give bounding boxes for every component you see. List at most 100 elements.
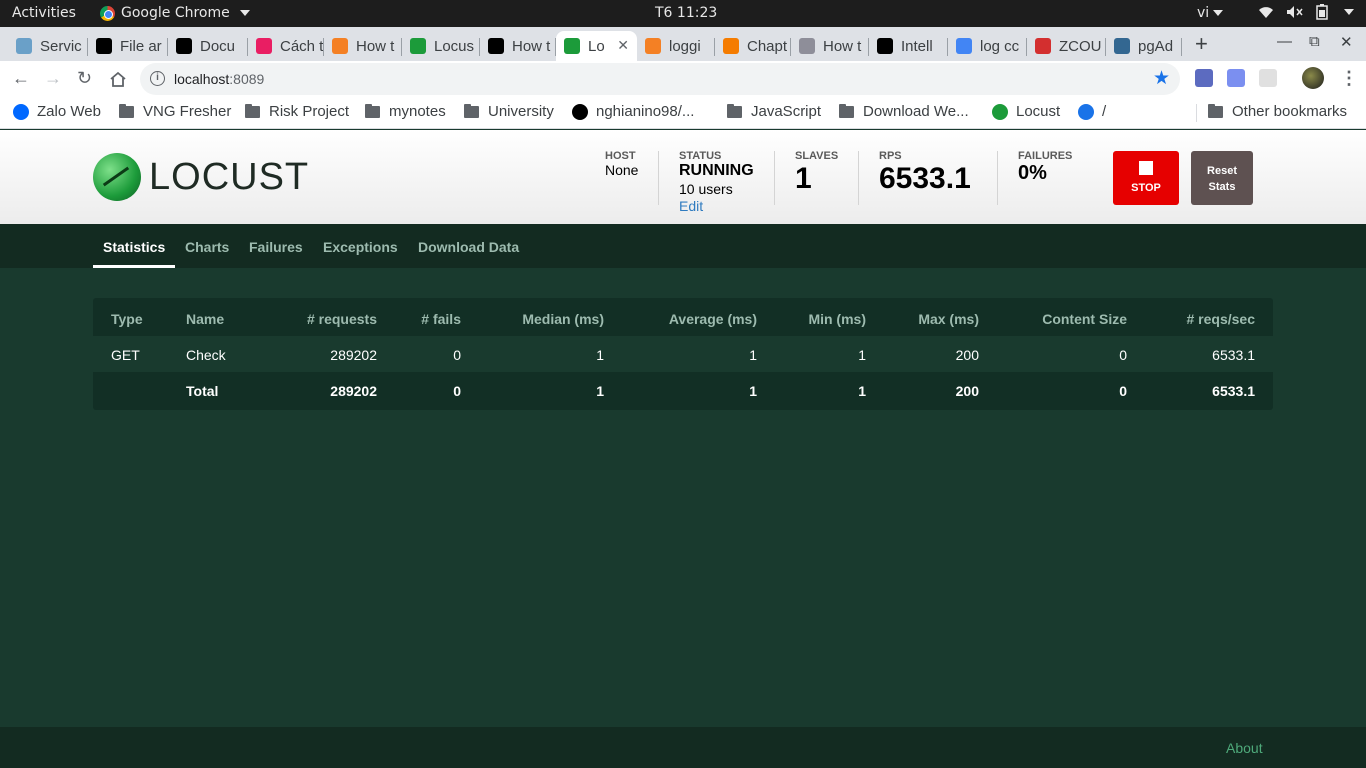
- close-window-button[interactable]: ✕: [1340, 33, 1353, 51]
- tab-title: How t: [823, 37, 862, 55]
- table-cell[interactable]: Average (ms): [669, 311, 757, 327]
- bookmark-label: University: [488, 103, 554, 120]
- bookmark-item[interactable]: VNG Fresher: [119, 103, 231, 120]
- bookmark-item[interactable]: Zalo Web: [13, 103, 101, 120]
- bookmark-item[interactable]: mynotes: [365, 103, 446, 120]
- table-cell: 289202: [330, 347, 377, 363]
- info-icon[interactable]: i: [150, 71, 165, 86]
- app-menu[interactable]: Google Chrome: [100, 5, 250, 21]
- browser-tab[interactable]: How t: [480, 31, 556, 61]
- tab-title: pgAd: [1138, 37, 1174, 55]
- clock[interactable]: T6 11:23: [655, 5, 717, 21]
- about-link[interactable]: About: [1226, 740, 1263, 756]
- divider: [997, 151, 998, 205]
- wifi-icon: [1259, 7, 1273, 18]
- table-cell: 6533.1: [1212, 383, 1255, 399]
- chapter-favicon-icon: [723, 38, 739, 54]
- restore-button[interactable]: ⧉: [1309, 33, 1320, 50]
- edit-link[interactable]: Edit: [679, 198, 754, 214]
- browser-tab[interactable]: Chapt: [715, 31, 791, 61]
- tab-statistics[interactable]: Statistics: [92, 239, 176, 268]
- bookmark-label: Download We...: [863, 103, 969, 120]
- table-cell: 0: [453, 347, 461, 363]
- browser-tab[interactable]: Lo ✕: [556, 31, 637, 61]
- forward-arrow-icon[interactable]: →: [44, 68, 62, 89]
- url-host: localhost: [174, 71, 230, 87]
- profile-avatar[interactable]: [1302, 67, 1324, 89]
- browser-tab[interactable]: How t: [791, 31, 869, 61]
- browser-tab[interactable]: ZCOU: [1027, 31, 1106, 61]
- table-cell[interactable]: Type: [111, 311, 143, 327]
- minimize-button[interactable]: —: [1277, 33, 1292, 50]
- extension-translate-icon[interactable]: [1195, 69, 1213, 87]
- language-indicator[interactable]: vi: [1197, 5, 1224, 21]
- stop-button[interactable]: STOP: [1113, 151, 1179, 205]
- bookmark-item[interactable]: Download We...: [839, 103, 969, 120]
- browser-tab[interactable]: log cc: [948, 31, 1027, 61]
- browser-tab[interactable]: Cách t: [248, 31, 324, 61]
- close-tab-icon[interactable]: ✕: [617, 37, 629, 54]
- redis-favicon-icon: [1035, 38, 1051, 54]
- browser-tab[interactable]: Intell: [869, 31, 948, 61]
- table-cell[interactable]: Max (ms): [918, 311, 979, 327]
- browser-tab[interactable]: Locus: [402, 31, 480, 61]
- browser-tab[interactable]: Servic: [8, 31, 88, 61]
- bookmark-item[interactable]: University: [464, 103, 554, 120]
- extension-tree-icon[interactable]: [1259, 69, 1277, 87]
- back-arrow-icon[interactable]: ←: [12, 68, 30, 89]
- tab-download-data[interactable]: Download Data: [418, 239, 519, 255]
- tab-failures[interactable]: Failures: [249, 239, 303, 255]
- bookmark-star-icon[interactable]: ★: [1153, 67, 1170, 90]
- table-cell: 200: [955, 383, 979, 399]
- table-cell: 200: [955, 347, 979, 363]
- table-cell[interactable]: Median (ms): [522, 311, 604, 327]
- battery-icon: [1316, 4, 1328, 20]
- table-cell[interactable]: # requests: [307, 311, 377, 327]
- github-favicon-icon: [488, 38, 504, 54]
- tab-title: loggi: [669, 37, 701, 55]
- address-bar[interactable]: i localhost:8089 ★: [140, 63, 1180, 95]
- browser-tab[interactable]: File ar: [88, 31, 168, 61]
- table-cell[interactable]: Name: [186, 311, 224, 327]
- google-translate-icon[interactable]: [1227, 69, 1245, 87]
- tab-title: Locus: [434, 37, 475, 55]
- host-box: HOST None: [605, 150, 638, 178]
- jetbrains-favicon-icon: [96, 38, 112, 54]
- bookmark-item[interactable]: Risk Project: [245, 103, 349, 120]
- bookmark-item[interactable]: Other bookmarks: [1208, 103, 1347, 120]
- activities-button[interactable]: Activities: [12, 5, 76, 21]
- site-favicon-icon: [1078, 103, 1094, 120]
- table-cell: 0: [453, 383, 461, 399]
- folder-icon: [1208, 103, 1223, 118]
- system-menu[interactable]: [1258, 4, 1354, 20]
- bookmark-item[interactable]: nghianino98/...: [572, 103, 694, 120]
- url-text[interactable]: localhost:8089: [174, 71, 264, 87]
- bookmark-item[interactable]: Locust: [992, 103, 1060, 120]
- table-cell[interactable]: # reqs/sec: [1187, 311, 1256, 327]
- bookmark-item[interactable]: JavaScript: [727, 103, 821, 120]
- reset-stats-button[interactable]: Reset Stats: [1191, 151, 1253, 205]
- url-port: :8089: [229, 71, 265, 87]
- browser-tab[interactable]: loggi: [637, 31, 715, 61]
- stop-icon: [1139, 161, 1153, 175]
- table-cell[interactable]: # fails: [421, 311, 461, 327]
- tab-charts[interactable]: Charts: [185, 239, 229, 255]
- reload-icon[interactable]: ↻: [77, 68, 92, 89]
- bookmark-item[interactable]: /: [1078, 103, 1106, 120]
- tab-title: Docu: [200, 37, 236, 55]
- home-icon[interactable]: [109, 71, 127, 88]
- kebab-menu-icon[interactable]: ⋮: [1340, 68, 1358, 89]
- browser-tab[interactable]: pgAd: [1106, 31, 1182, 61]
- locust-favicon-icon: [564, 38, 580, 54]
- site-favicon-icon: [572, 103, 588, 120]
- table-cell[interactable]: Min (ms): [808, 311, 866, 327]
- table-cell: 0: [1119, 347, 1127, 363]
- table-cell[interactable]: Content Size: [1042, 311, 1127, 327]
- new-tab-button[interactable]: +: [1195, 31, 1208, 57]
- browser-tab[interactable]: How t: [324, 31, 402, 61]
- browser-tab[interactable]: Docu: [168, 31, 248, 61]
- chrome-icon: [100, 5, 115, 21]
- tab-exceptions[interactable]: Exceptions: [323, 239, 398, 255]
- tab-title: Cách t: [280, 37, 324, 55]
- bookmark-label: mynotes: [389, 103, 446, 120]
